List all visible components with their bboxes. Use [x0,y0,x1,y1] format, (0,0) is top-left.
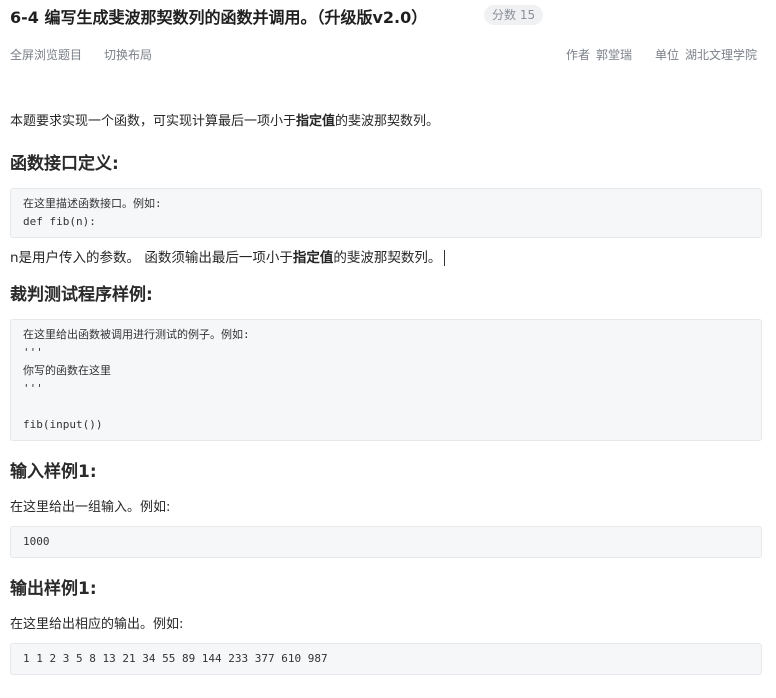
problem-page: 6-4 编写生成斐波那契数列的函数并调用。（升级版v2.0） 分数 15 全屏浏… [0,0,776,698]
unit-name: 湖北文理学院 [685,48,758,62]
intro-text-end: 的斐波那契数列。 [335,114,440,129]
interface-code-block: 在这里描述函数接口。例如: def fib(n): [10,188,762,238]
unit-info: 单位 湖北文理学院 [655,46,757,63]
switch-layout-link[interactable]: 切换布局 [104,46,152,63]
author-name: 郭堂瑞 [596,48,633,62]
problem-content: 本题要求实现一个函数，可实现计算最后一项小于指定值的斐波那契数列。 函数接口定义… [10,112,762,675]
input-desc: 在这里给出一组输入。例如: [10,500,171,515]
output-code-block: 1 1 2 3 5 8 13 21 34 55 89 144 233 377 6… [10,643,762,675]
test-code-block: 在这里给出函数被调用进行测试的例子。例如: ''' 你写的函数在这里 ''' f… [10,319,762,441]
code-line: 你写的函数在这里 [23,364,111,377]
param-text-end: 的斐波那契数列。 [333,250,442,266]
intro-bold: 指定值 [296,114,336,129]
unit-label: 单位 [655,48,680,62]
param-bold: 指定值 [292,250,334,266]
problem-header: 6-4 编写生成斐波那契数列的函数并调用。（升级版v2.0） 分数 15 [10,0,766,32]
input-code-block: 1000 [10,526,762,558]
interface-heading: 函数接口定义: [10,154,119,174]
code-line: 在这里描述函数接口。例如: [23,197,162,210]
code-line: 1 1 2 3 5 8 13 21 34 55 89 144 233 377 6… [23,652,328,665]
input-heading: 输入样例1: [10,462,97,482]
param-paragraph: n是用户传入的参数。 函数须输出最后一项小于指定值的斐波那契数列。 [10,248,762,268]
code-line: def fib(n): [23,215,96,228]
author-info: 作者 郭堂瑞 [566,46,632,63]
code-line: ''' [23,382,43,395]
code-line: 1000 [23,535,50,548]
fullscreen-link[interactable]: 全屏浏览题目 [10,46,82,63]
output-desc: 在这里给出相应的输出。例如: [10,617,184,632]
intro-text: 本题要求实现一个函数，可实现计算最后一项小于 [10,114,297,129]
intro-paragraph: 本题要求实现一个函数，可实现计算最后一项小于指定值的斐波那契数列。 [10,112,762,132]
author-label: 作者 [566,48,591,62]
text-cursor [444,250,446,266]
param-text: n是用户传入的参数。 函数须输出最后一项小于 [10,250,293,266]
code-line: 在这里给出函数被调用进行测试的例子。例如: [23,328,250,341]
test-heading: 裁判测试程序样例: [10,285,153,305]
code-line: fib(input()) [23,418,103,431]
problem-title: 6-4 编写生成斐波那契数列的函数并调用。（升级版v2.0） [10,8,428,27]
score-badge: 分数 15 [484,5,544,25]
problem-toolbar: 全屏浏览题目 切换布局 作者 郭堂瑞 单位 湖北文理学院 [10,44,766,64]
code-line: ''' [23,346,43,359]
output-heading: 输出样例1: [10,579,97,599]
